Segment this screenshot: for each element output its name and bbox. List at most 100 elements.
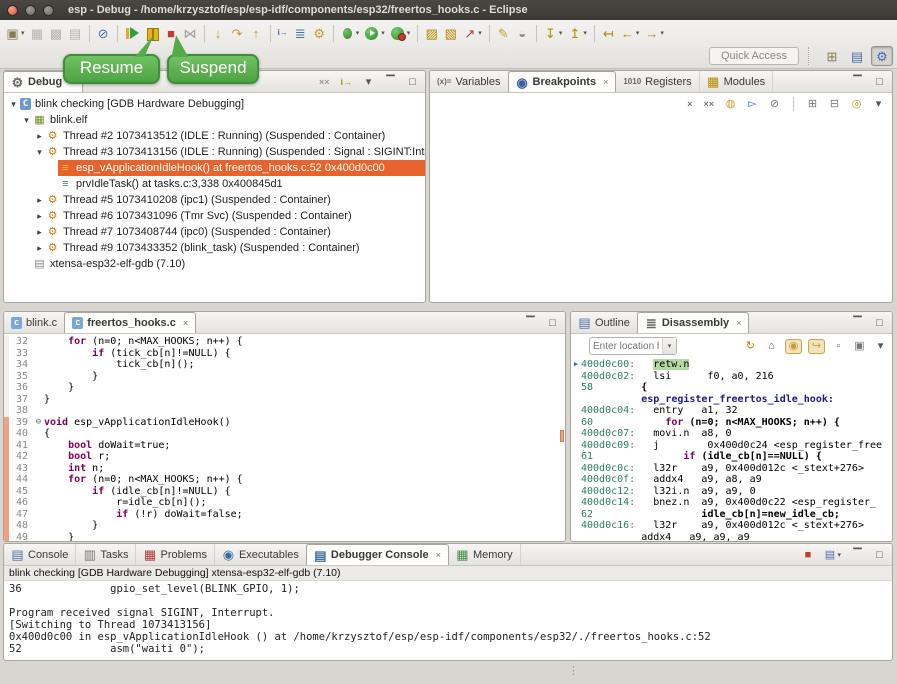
- display-selected-console-dropdown-icon[interactable]: ▾: [837, 551, 841, 559]
- profile-dropdown-icon[interactable]: ▾: [407, 29, 411, 37]
- save-all-button[interactable]: ▩: [48, 22, 65, 44]
- view-menu-button[interactable]: ▾: [873, 340, 888, 353]
- console-view-tab-memory[interactable]: ▦Memory: [449, 544, 521, 565]
- debug-tree-row[interactable]: ▾Cblink checking [GDB Hardware Debugging…: [4, 96, 425, 112]
- new-wizard-dropdown-icon[interactable]: ▾: [21, 29, 25, 37]
- debug-tree-row[interactable]: ▸⚙Thread #7 1073408744 (ipc0) (Suspended…: [4, 224, 425, 240]
- pin-view-button[interactable]: ▣: [852, 340, 867, 353]
- right-view-tab-modules[interactable]: ▦Modules: [700, 71, 774, 92]
- step-return-button[interactable]: ↑: [248, 22, 265, 44]
- open-element-button[interactable]: ▨: [423, 22, 440, 44]
- window-maximize-button[interactable]: [43, 5, 54, 16]
- maximize-button[interactable]: □: [405, 76, 420, 89]
- fold-collapse-icon[interactable]: ⊖: [33, 417, 44, 429]
- close-tab-icon[interactable]: ×: [736, 318, 741, 328]
- debug-tree-row[interactable]: ▾⚙Thread #3 1073413156 (IDLE : Running) …: [4, 144, 425, 160]
- right-view-tab-variables[interactable]: (x)=Variables: [430, 71, 509, 92]
- run-button[interactable]: ▾: [363, 22, 387, 44]
- show-supported-breakpoints-button[interactable]: ⊘: [767, 98, 782, 111]
- maximize-button[interactable]: □: [545, 317, 560, 330]
- tree-expander-open-icon[interactable]: ▾: [34, 147, 45, 158]
- editor-tab-blink-c[interactable]: cblink.c: [4, 312, 65, 333]
- run-dropdown-icon[interactable]: ▾: [381, 29, 385, 37]
- view-menu-button[interactable]: ▾: [361, 76, 376, 89]
- minimize-button[interactable]: ▔: [850, 317, 865, 330]
- debug-tree-row[interactable]: ≡prvIdleTask() at tasks.c:3,338 0x400845…: [4, 176, 425, 192]
- resume-button[interactable]: [123, 22, 141, 44]
- close-tab-icon[interactable]: ×: [436, 550, 441, 560]
- forward-button[interactable]: →▾: [643, 22, 666, 44]
- external-tools-dropdown-icon[interactable]: ▾: [478, 29, 482, 37]
- previous-annotation-dropdown-icon[interactable]: ▾: [583, 29, 587, 37]
- previous-annotation-button[interactable]: ↥▾: [566, 22, 589, 44]
- step-filters-button[interactable]: ≣: [292, 22, 309, 44]
- minimize-button[interactable]: ▔: [850, 76, 865, 89]
- suspend-button[interactable]: [143, 22, 161, 44]
- refresh-view-button[interactable]: ↻: [743, 340, 758, 353]
- debug-tree-row[interactable]: ▸⚙Thread #9 1073433352 (blink_task) (Sus…: [4, 240, 425, 256]
- save-button[interactable]: ▦: [29, 22, 46, 44]
- profile-button[interactable]: ▾: [389, 22, 413, 44]
- minimize-button[interactable]: ▔: [383, 76, 398, 89]
- console-view-tab-debugger-console[interactable]: ▤Debugger Console×: [306, 544, 449, 565]
- next-annotation-button[interactable]: ↧▾: [542, 22, 565, 44]
- debug-perspective-button[interactable]: ⚙: [871, 46, 893, 66]
- breakpoint-groupings-button[interactable]: ◎: [849, 98, 864, 111]
- location-dropdown-icon[interactable]: ▾: [662, 338, 676, 354]
- expand-all-button[interactable]: ⊞: [805, 98, 820, 111]
- track-expression-button[interactable]: ↪: [808, 339, 825, 354]
- right-view-tab-registers[interactable]: 1010Registers: [616, 71, 699, 92]
- window-close-button[interactable]: [7, 5, 18, 16]
- external-tools-button[interactable]: ↗▾: [461, 22, 484, 44]
- editor-content[interactable]: 32 for (n=0; n<MAX_HOOKS; n++) {33 if (t…: [4, 334, 565, 541]
- minimize-button[interactable]: ▔: [850, 549, 865, 562]
- tree-expander-open-icon[interactable]: ▾: [21, 115, 32, 126]
- window-minimize-button[interactable]: [25, 5, 36, 16]
- instruction-stepping-button[interactable]: i→: [276, 22, 290, 44]
- sash-drag-handle[interactable]: ⋮: [568, 664, 579, 677]
- disassembly-view-tab-disassembly[interactable]: ≣Disassembly×: [637, 312, 750, 333]
- new-wizard-button[interactable]: ▣▾: [4, 22, 27, 44]
- next-annotation-dropdown-icon[interactable]: ▾: [559, 29, 563, 37]
- display-selected-console-button[interactable]: ▤▾: [822, 549, 843, 562]
- print-button[interactable]: ▤: [67, 22, 84, 44]
- disassembly-view-tab-outline[interactable]: ▤Outline: [571, 312, 638, 333]
- console-output[interactable]: 36 gpio_set_level(BLINK_GPIO, 1); Progra…: [4, 581, 892, 657]
- step-into-button[interactable]: ↓: [210, 22, 227, 44]
- disassembly-content[interactable]: ▶400d0c00: retw.n400d0c02: lsi f0, a0, 2…: [571, 358, 892, 541]
- tree-expander-closed-icon[interactable]: ▸: [34, 131, 45, 142]
- console-view-tab-executables[interactable]: ◉Executables: [215, 544, 307, 565]
- debug-tree-row[interactable]: ▸⚙Thread #5 1073410208 (ipc1) (Suspended…: [4, 192, 425, 208]
- minimize-button[interactable]: ▔: [523, 317, 538, 330]
- location-combo[interactable]: ▾: [589, 337, 677, 355]
- skip-all-breakpoints-button[interactable]: ⊘: [95, 22, 112, 44]
- open-resource-button[interactable]: ▧: [442, 22, 459, 44]
- debug-tree-row[interactable]: ▤xtensa-esp32-elf-gdb (7.10): [4, 256, 425, 272]
- maximize-button[interactable]: □: [872, 317, 887, 330]
- tree-expander-closed-icon[interactable]: ▸: [34, 243, 45, 254]
- tree-expander-closed-icon[interactable]: ▸: [34, 211, 45, 222]
- collapse-all-button[interactable]: ⊟: [827, 98, 842, 111]
- debug-settings-button[interactable]: ⚙: [311, 22, 328, 44]
- remove-selected-breakpoints-button[interactable]: ×: [685, 99, 694, 110]
- link-with-debug-view-button[interactable]: ▻: [745, 98, 760, 111]
- link-with-debug-context-button[interactable]: ◉: [785, 339, 802, 354]
- view-menu-button[interactable]: ▾: [871, 98, 886, 111]
- maximize-button[interactable]: □: [872, 76, 887, 89]
- debug-dropdown-icon[interactable]: ▾: [356, 29, 360, 37]
- debug-tree-row[interactable]: ▸⚙Thread #2 1073413512 (IDLE : Running) …: [4, 128, 425, 144]
- tree-expander-open-icon[interactable]: ▾: [8, 99, 19, 110]
- close-tab-icon[interactable]: ×: [183, 318, 188, 328]
- debug-tree-row[interactable]: ≡esp_vApplicationIdleHook() at freertos_…: [4, 160, 425, 176]
- skip-all-breakpoints-button[interactable]: ◍: [723, 98, 738, 111]
- step-over-button[interactable]: ↷: [229, 22, 246, 44]
- open-new-view-button[interactable]: ▫: [831, 340, 846, 353]
- close-tab-icon[interactable]: ×: [603, 77, 608, 87]
- toggle-mark-occurrences-button[interactable]: ✎: [495, 22, 512, 44]
- last-edit-location-button[interactable]: ↤: [600, 22, 617, 44]
- console-view-tab-problems[interactable]: ▦Problems: [136, 544, 214, 565]
- remove-all-terminated-button[interactable]: ××: [317, 77, 332, 88]
- debug-button[interactable]: ▾: [339, 22, 362, 44]
- annotation-preferences-button[interactable]: ◒: [514, 22, 531, 44]
- disconnect-button[interactable]: ⋈: [182, 22, 199, 44]
